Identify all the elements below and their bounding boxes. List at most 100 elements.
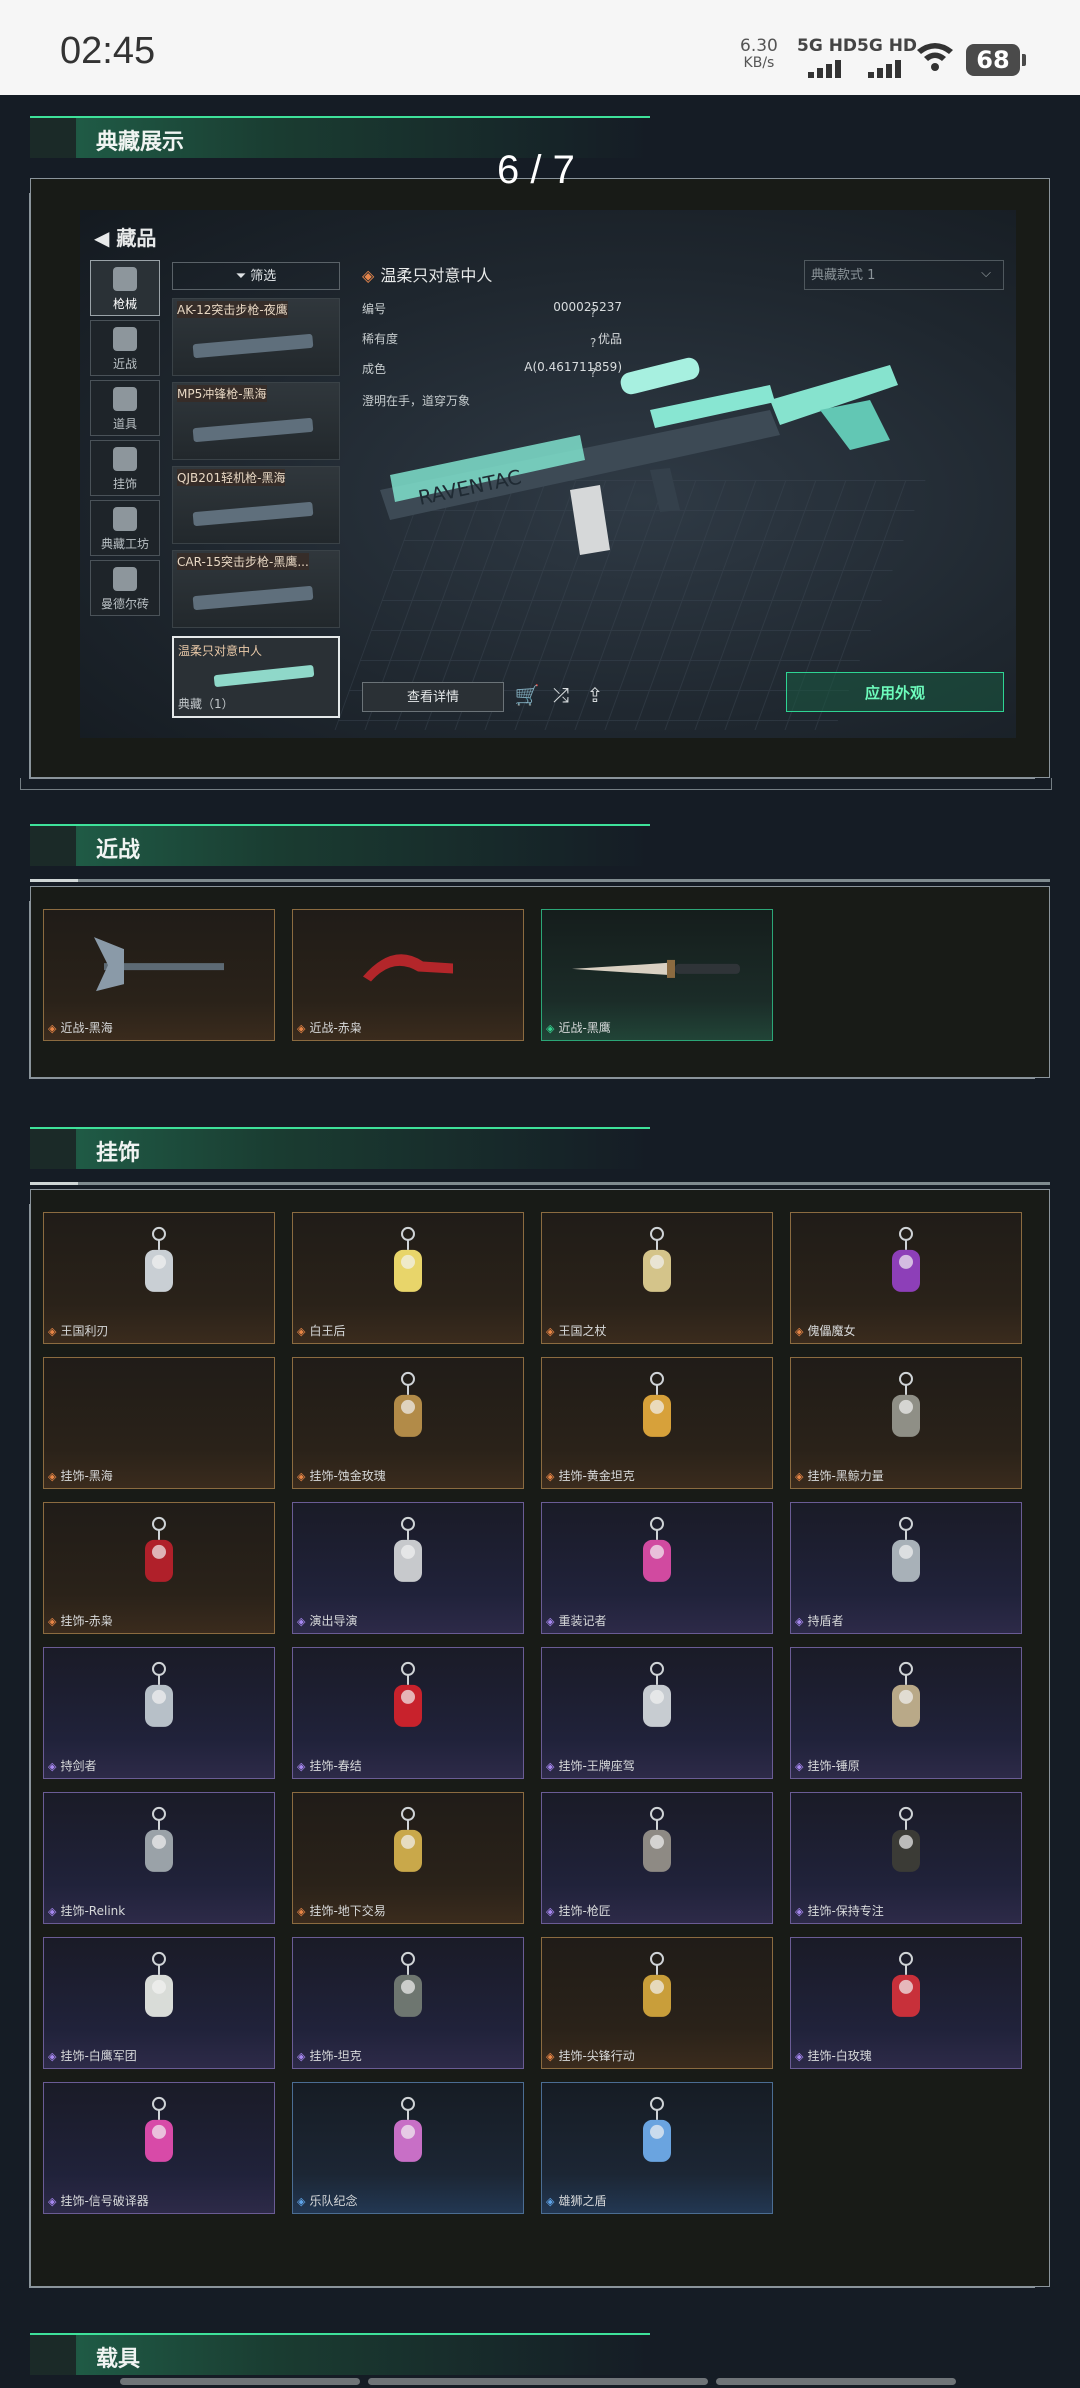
n-badge-icon (627, 1951, 687, 2035)
chinese-knot-icon (378, 1661, 438, 1745)
net-speed: 6.30 KB/s (740, 36, 778, 72)
rarity-icon: ◈ (48, 2195, 57, 2208)
apply-skin-button: 应用外观 (786, 672, 1004, 712)
list-item: AK-12突击步枪-夜鹰 (172, 298, 340, 376)
empty-icon (154, 1411, 164, 1430)
weapon-list: AK-12突击步枪-夜鹰 MP5冲锋枪-黑海 QJB201轻机枪-黑海 CAR-… (172, 298, 340, 634)
sword-bearer-icon (129, 1661, 189, 1745)
rarity-icon: ◈ (546, 1905, 555, 1918)
rarity-icon: ◈ (795, 2050, 804, 2063)
gold-tank-icon (627, 1371, 687, 1455)
collection-screenshot[interactable]: ◀ 藏品 枪械 近战 道具 挂饰 典藏工坊 曼德尔砖 ⏷ 筛选 AK-12突击步… (80, 210, 1016, 738)
charms-label: ◈ 白王后 (297, 1324, 346, 1338)
charms-card[interactable]: ◈ 持剑者 (43, 1647, 275, 1779)
charms-card[interactable]: ◈ 白王后 (292, 1212, 524, 1344)
red-rose-icon (876, 1951, 936, 2035)
lmg-icon (192, 501, 314, 527)
rarity-icon: ◈ (795, 1615, 804, 1628)
charms-card[interactable]: ◈ 挂饰-王牌座驾 (541, 1647, 773, 1779)
charms-label: ◈ 挂饰-坦克 (297, 2049, 362, 2063)
rarity-icon: ◈ (48, 1022, 57, 1035)
charms-card[interactable]: ◈ 挂饰-黑海 (43, 1357, 275, 1489)
winged-sword-icon (129, 1951, 189, 2035)
rifle-icon (213, 664, 315, 688)
charms-card[interactable]: ◈ 挂饰-赤枭 (43, 1502, 275, 1634)
charms-card[interactable]: ◈ 挂饰-蚀金玫瑰 (292, 1357, 524, 1489)
knight-figure-icon (129, 1226, 189, 1310)
rarity-icon: ◈ (48, 1470, 57, 1483)
rarity-icon: ◈ (795, 1905, 804, 1918)
section-header-melee: 近战 (30, 824, 650, 866)
charms-card[interactable]: ◈ 王国利刃 (43, 1212, 275, 1344)
rarity-icon: ◈ (546, 1470, 555, 1483)
charms-card[interactable]: ◈ 雄狮之盾 (541, 2082, 773, 2214)
wifi-icon (917, 43, 953, 71)
melee-label: ◈ 近战-黑鹰 (546, 1021, 611, 1035)
style-select: 典藏款式 1 (804, 259, 1004, 290)
charms-card[interactable]: ◈ 傀儡魔女 (790, 1212, 1022, 1344)
charms-card[interactable]: ◈ 挂饰-春结 (292, 1647, 524, 1779)
charm-icon (113, 447, 137, 471)
charms-label: ◈ 挂饰-锤原 (795, 1759, 860, 1773)
lion-shield-icon (627, 2096, 687, 2180)
tag-icon (876, 1806, 936, 1890)
charms-card[interactable]: ◈ 挂饰-信号破译器 (43, 2082, 275, 2214)
workshop-icon (113, 507, 137, 531)
view-details-button: 查看详情 (362, 682, 504, 712)
signal-bars-2-icon (868, 60, 901, 78)
melee-card[interactable]: ◈ 近战-黑鹰 (541, 909, 773, 1041)
sim1-label: 5G HD (797, 36, 858, 56)
tab-workshop: 典藏工坊 (90, 500, 160, 556)
melee-card[interactable]: ◈ 近战-黑海 (43, 909, 275, 1041)
king-figure-icon (627, 1226, 687, 1310)
brick-icon (113, 567, 137, 591)
reporter-figure-icon (627, 1516, 687, 1600)
rarity-icon: ◈ (795, 1760, 804, 1773)
charms-label: ◈ 挂饰-王牌座驾 (546, 1759, 635, 1773)
knot-ring-icon (129, 1806, 189, 1890)
charms-card[interactable]: ◈ 持盾者 (790, 1502, 1022, 1634)
charms-card[interactable]: ◈ 挂饰-黑鲸力量 (790, 1357, 1022, 1489)
charms-card[interactable]: ◈ 挂饰-Relink (43, 1792, 275, 1924)
back-button: ◀ 藏品 (94, 226, 157, 250)
charms-card[interactable]: ◈ 演出导演 (292, 1502, 524, 1634)
rarity-icon: ◈ (48, 2050, 57, 2063)
charms-label: ◈ 挂饰-黑海 (48, 1469, 113, 1483)
director-figure-icon (378, 1516, 438, 1600)
melee-card[interactable]: ◈ 近战-赤枭 (292, 909, 524, 1041)
charms-card[interactable]: ◈ 重装记者 (541, 1502, 773, 1634)
rarity-icon: ◈ (546, 1325, 555, 1338)
signal-bars-1-icon (808, 60, 841, 78)
rarity-icon: ◈ (546, 2195, 555, 2208)
rifle-skin-image: RAVENTAC (380, 357, 898, 555)
rarity-icon: ◈ (795, 1470, 804, 1483)
scroll-indicator[interactable] (120, 2378, 956, 2385)
rifle-icon (192, 585, 314, 611)
witch-figure-icon (876, 1226, 936, 1310)
charms-card[interactable]: ◈ 王国之杖 (541, 1212, 773, 1344)
selected-skin-card: 温柔只对意中人 典藏（1） (172, 636, 340, 718)
charms-card[interactable]: ◈ 挂饰-枪匠 (541, 1792, 773, 1924)
charms-label: ◈ 挂饰-枪匠 (546, 1904, 611, 1918)
carousel-counter: 6 / 7 (497, 148, 575, 192)
rarity-icon: ◈ (297, 1325, 306, 1338)
charms-label: ◈ 持盾者 (795, 1614, 844, 1628)
charms-card[interactable]: ◈ 挂饰-地下交易 (292, 1792, 524, 1924)
charms-card[interactable]: ◈ 挂饰-坦克 (292, 1937, 524, 2069)
rarity-icon: ◈ (546, 1022, 555, 1035)
charms-card[interactable]: ◈ 挂饰-尖锋行动 (541, 1937, 773, 2069)
charms-label: ◈ 挂饰-赤枭 (48, 1614, 113, 1628)
charms-card[interactable]: ◈ 挂饰-白玫瑰 (790, 1937, 1022, 2069)
charms-card[interactable]: ◈ 挂饰-锤原 (790, 1647, 1022, 1779)
list-item: CAR-15突击步枪-黑鹰... (172, 550, 340, 628)
charms-card[interactable]: ◈ 挂饰-黄金坦克 (541, 1357, 773, 1489)
rarity-icon: ◈ (297, 1615, 306, 1628)
axe-icon (84, 929, 234, 1003)
charms-panel: ◈ 王国利刃 ◈ 白王后 ◈ 王国之杖 ◈ 傀儡魔女 ◈ 挂饰-黑海 ◈ 挂饰-蚀金玫瑰 ◈ 挂饰-黄金坦… (30, 1189, 1050, 2287)
charms-card[interactable]: ◈ 挂饰-保持专注 (790, 1792, 1022, 1924)
charms-card[interactable]: ◈ 乐队纪念 (292, 2082, 524, 2214)
queen-figure-icon (378, 1226, 438, 1310)
charms-label: ◈ 挂饰-保持专注 (795, 1904, 884, 1918)
charms-card[interactable]: ◈ 挂饰-白鹰军团 (43, 1937, 275, 2069)
shuffle-icon: ⤮ (553, 683, 569, 707)
